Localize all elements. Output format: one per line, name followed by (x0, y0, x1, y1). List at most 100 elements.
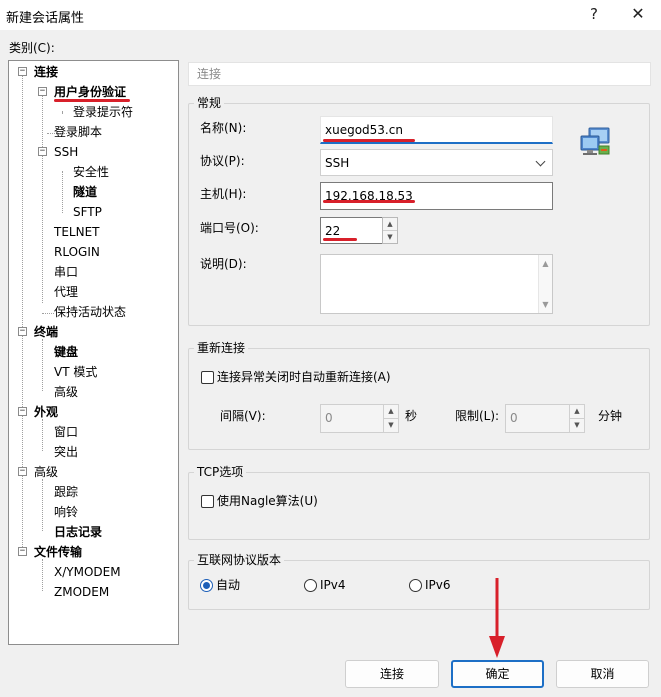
description-label: 说明(D): (200, 257, 247, 271)
host-label: 主机(H): (200, 187, 247, 201)
annotation-arrow-icon (489, 578, 505, 658)
name-label: 名称(N): (200, 121, 247, 135)
limit-input[interactable]: 0 (505, 404, 570, 433)
protocol-value: SSH (325, 156, 350, 170)
collapse-icon[interactable]: − (38, 87, 47, 96)
tree-item-sftp[interactable]: SFTP (73, 202, 102, 222)
tree-line (42, 559, 43, 591)
ok-button[interactable]: 确定 (451, 660, 544, 688)
tree-item-vt-mode[interactable]: VT 模式 (54, 362, 97, 382)
tree-item-logging[interactable]: 日志记录 (54, 522, 102, 542)
tree-item-user-auth[interactable]: 用户身份验证 (54, 82, 131, 102)
collapse-icon[interactable]: − (18, 467, 27, 476)
tree-item-keyboard[interactable]: 键盘 (54, 342, 78, 362)
spin-up-icon[interactable]: ▲ (570, 405, 584, 419)
tree-line (42, 339, 43, 391)
reconnect-group (188, 348, 650, 450)
description-scrollbar[interactable]: ▲ ▼ (538, 255, 552, 313)
tree-item-keepalive[interactable]: 保持活动状态 (54, 302, 126, 322)
tree-item-terminal-advanced[interactable]: 高级 (54, 382, 78, 402)
tree-item-window[interactable]: 窗口 (54, 422, 78, 442)
tree-line (62, 111, 63, 113)
cancel-button[interactable]: 取消 (556, 660, 649, 688)
interval-unit: 秒 (405, 409, 418, 423)
tree-item-bell[interactable]: 响铃 (54, 502, 78, 522)
collapse-icon[interactable]: − (18, 407, 27, 416)
annotation-underline-port (323, 238, 357, 241)
tree-item-rlogin[interactable]: RLOGIN (54, 242, 100, 262)
tree-item-login-prompt[interactable]: 登录提示符 (73, 102, 133, 122)
tree-line (22, 75, 23, 555)
ip-auto-label[interactable]: 自动 (216, 577, 240, 593)
tree-item-zmodem[interactable]: ZMODEM (54, 582, 109, 602)
ip-version-group-title: 互联网协议版本 (194, 553, 285, 567)
collapse-icon[interactable]: − (18, 547, 27, 556)
tree-item-login-script[interactable]: 登录脚本 (54, 122, 102, 142)
limit-unit: 分钟 (598, 409, 623, 423)
category-tree[interactable]: − − − − − − − 连接 用户身份验证 登录提示符 登录脚本 SSH 安… (8, 60, 179, 645)
tree-line (42, 313, 54, 314)
tree-item-appearance[interactable]: 外观 (34, 402, 58, 422)
ip-auto-radio[interactable] (200, 579, 213, 592)
spin-down-icon[interactable]: ▼ (570, 419, 584, 433)
ipv6-radio[interactable] (409, 579, 422, 592)
annotation-underline-name (323, 139, 415, 142)
protocol-label: 协议(P): (200, 154, 245, 168)
tree-line (42, 91, 43, 303)
limit-spinner[interactable]: ▲ ▼ (569, 404, 585, 433)
collapse-icon[interactable]: − (38, 147, 47, 156)
panel-header: 连接 (188, 62, 651, 86)
tree-item-serial[interactable]: 串口 (54, 262, 78, 282)
spin-up-icon[interactable]: ▲ (383, 218, 397, 231)
interval-spinner[interactable]: ▲ ▼ (383, 404, 399, 433)
interval-input[interactable]: 0 (320, 404, 384, 433)
tree-item-tunnel[interactable]: 隧道 (73, 182, 97, 202)
tree-line (42, 419, 43, 451)
nagle-label[interactable]: 使用Nagle算法(U) (217, 493, 318, 509)
ipv4-label[interactable]: IPv4 (320, 577, 346, 593)
tree-item-terminal[interactable]: 终端 (34, 322, 58, 342)
tree-item-telnet[interactable]: TELNET (54, 222, 100, 242)
help-button[interactable]: ? (572, 0, 616, 30)
chevron-down-icon (535, 156, 546, 167)
tree-item-highlight[interactable]: 突出 (54, 442, 78, 462)
tree-line (42, 479, 43, 531)
tree-item-connection[interactable]: 连接 (34, 62, 58, 82)
tree-item-file-transfer[interactable]: 文件传输 (34, 542, 82, 562)
ipv6-label[interactable]: IPv6 (425, 577, 451, 593)
scroll-up-icon[interactable]: ▲ (539, 259, 552, 268)
tree-item-security[interactable]: 安全性 (73, 162, 109, 182)
scroll-down-icon[interactable]: ▼ (539, 300, 552, 309)
nagle-checkbox[interactable] (201, 495, 214, 508)
connect-button[interactable]: 连接 (345, 660, 439, 688)
tree-item-xymodem[interactable]: X/YMODEM (54, 562, 121, 582)
host-input[interactable]: 192.168.18.53 (320, 182, 553, 210)
auto-reconnect-label[interactable]: 连接异常关闭时自动重新连接(A) (217, 369, 391, 385)
tree-item-trace[interactable]: 跟踪 (54, 482, 78, 502)
collapse-icon[interactable]: − (18, 67, 27, 76)
description-input[interactable] (320, 254, 553, 314)
spin-up-icon[interactable]: ▲ (384, 405, 398, 419)
reconnect-group-title: 重新连接 (194, 341, 249, 355)
tree-line (62, 171, 63, 213)
port-label: 端口号(O): (200, 221, 259, 235)
tcp-group-title: TCP选项 (194, 465, 247, 479)
tree-item-ssh[interactable]: SSH (54, 142, 78, 162)
spin-down-icon[interactable]: ▼ (383, 231, 397, 244)
tree-item-advanced[interactable]: 高级 (34, 462, 58, 482)
interval-label: 间隔(V): (220, 409, 266, 423)
close-button[interactable]: ✕ (616, 0, 660, 30)
ipv4-radio[interactable] (304, 579, 317, 592)
spin-down-icon[interactable]: ▼ (384, 419, 398, 433)
limit-label: 限制(L): (455, 409, 500, 423)
title-bar: 新建会话属性 ? ✕ (0, 0, 661, 30)
auto-reconnect-checkbox[interactable] (201, 371, 214, 384)
window-title: 新建会话属性 (6, 11, 85, 26)
collapse-icon[interactable]: − (18, 327, 27, 336)
general-group-title: 常规 (194, 96, 225, 110)
computer-network-icon (580, 127, 610, 155)
protocol-select[interactable]: SSH (320, 149, 553, 176)
category-label: 类别(C): (9, 41, 55, 55)
port-spinner[interactable]: ▲ ▼ (382, 217, 398, 244)
tree-item-proxy[interactable]: 代理 (54, 282, 78, 302)
